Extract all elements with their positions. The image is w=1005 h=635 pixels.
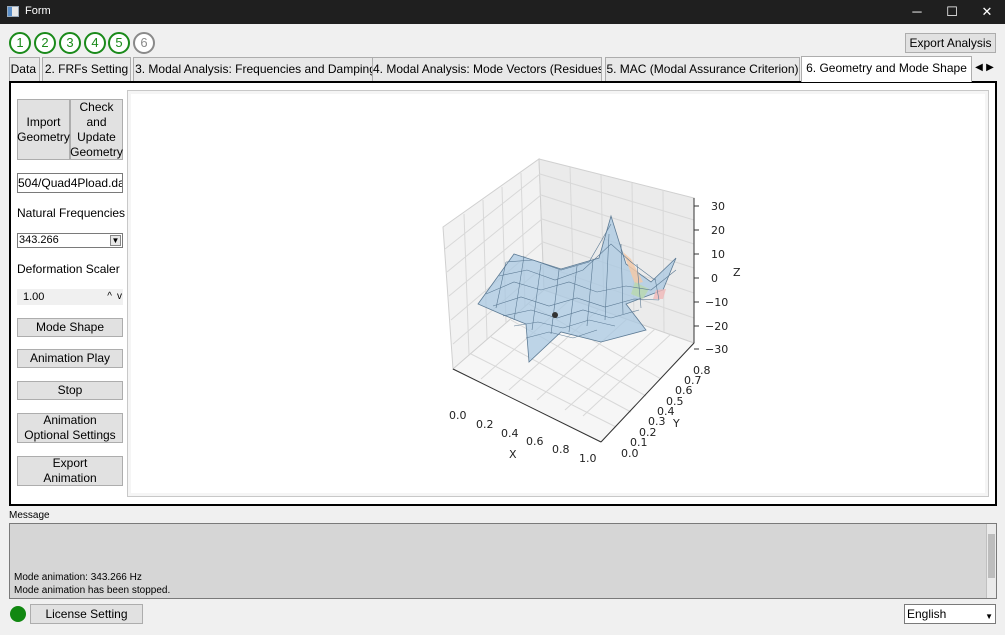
tab-mac[interactable]: 5. MAC (Modal Assurance Criterion): [605, 57, 800, 81]
z-tick: 0: [711, 272, 718, 285]
x-tick: 1.0: [579, 452, 597, 465]
title-bar: Form ─ ☐ ✕: [0, 0, 1005, 24]
z-tick: 30: [711, 200, 725, 213]
step-4: 4: [84, 32, 106, 54]
x-tick: 0.6: [526, 435, 544, 448]
deformation-scaler-spinbox[interactable]: 1.00 ^ v: [17, 289, 123, 305]
tab-label: 5. MAC (Modal Assurance Criterion): [606, 62, 799, 76]
message-line: Mode animation: 343.266 Hz: [14, 572, 142, 583]
import-geometry-button[interactable]: Import Geometry: [17, 99, 70, 160]
geometry-path-field[interactable]: 504/Quad4Pload.dat: [17, 173, 123, 193]
plot-frame: 30 20 10 0 −10 −20 −30 Z 0.0 0.2 0.4 0.6: [127, 90, 989, 497]
x-tick: 0.8: [552, 443, 570, 456]
check-update-geometry-button[interactable]: Check and Update Geometry: [70, 99, 123, 160]
x-tick: 0.2: [476, 418, 494, 431]
tab-label: 2. FRFs Setting: [44, 62, 129, 76]
tab-data[interactable]: Data: [9, 57, 40, 81]
x-tick: 0.4: [501, 427, 519, 440]
tab-geometry-mode-shape[interactable]: 6. Geometry and Mode Shape: [801, 56, 972, 82]
deformation-scaler-label: Deformation Scaler: [17, 262, 120, 276]
animation-play-button[interactable]: Animation Play: [17, 349, 123, 368]
chevron-down-icon[interactable]: ▼: [110, 235, 121, 246]
step-2: 2: [34, 32, 56, 54]
window-title: Form: [25, 5, 51, 17]
language-select[interactable]: English ▼: [904, 604, 996, 624]
z-axis: 30 20 10 0 −10 −20 −30 Z: [693, 198, 741, 356]
minimize-button[interactable]: ─: [898, 0, 936, 24]
deformation-scaler-value: 1.00: [23, 291, 45, 303]
message-line: Mode animation has been stopped.: [14, 585, 171, 596]
spin-up-icon[interactable]: ^: [107, 289, 112, 305]
y-tick: 0.8: [693, 364, 711, 377]
step-1: 1: [9, 32, 31, 54]
x-axis-label: X: [509, 448, 517, 461]
x-tick: 0.0: [449, 409, 467, 422]
message-scrollbar[interactable]: [986, 524, 996, 598]
z-tick: −30: [705, 343, 728, 356]
close-button[interactable]: ✕: [968, 0, 1005, 24]
z-tick: 20: [711, 224, 725, 237]
tab-modal-frequencies[interactable]: 3. Modal Analysis: Frequencies and Dampi…: [133, 57, 378, 81]
step-6: 6: [133, 32, 155, 54]
language-value: English: [907, 607, 947, 621]
maximize-button[interactable]: ☐: [933, 0, 971, 24]
y-axis-label: Y: [672, 417, 680, 430]
tab-scroll-right-button[interactable]: ▶: [985, 60, 995, 76]
stop-button[interactable]: Stop: [17, 381, 123, 400]
export-animation-button[interactable]: Export Animation: [17, 456, 123, 486]
scrollbar-thumb[interactable]: [988, 534, 995, 578]
natural-frequency-value: 343.266: [19, 234, 59, 246]
chevron-down-icon: ▼: [985, 612, 993, 621]
tab-label: 6. Geometry and Mode Shape: [806, 61, 967, 75]
mode-shape-3d-plot: 30 20 10 0 −10 −20 −30 Z 0.0 0.2 0.4 0.6: [442, 158, 741, 465]
license-setting-button[interactable]: License Setting: [30, 604, 143, 624]
message-log[interactable]: Mode animation: 343.266 Hz Mode animatio…: [9, 523, 997, 599]
tab-scroll-left-button[interactable]: ◀: [974, 60, 984, 76]
animation-optional-settings-button[interactable]: Animation Optional Settings: [17, 413, 123, 443]
mode-shape-button[interactable]: Mode Shape: [17, 318, 123, 337]
license-status-indicator: [10, 606, 26, 622]
plot-canvas[interactable]: 30 20 10 0 −10 −20 −30 Z 0.0 0.2 0.4 0.6: [131, 94, 985, 493]
natural-frequency-select[interactable]: 343.266 ▼: [17, 233, 123, 248]
z-tick: −20: [705, 320, 728, 333]
step-3: 3: [59, 32, 81, 54]
z-axis-label: Z: [733, 266, 741, 279]
step-5: 5: [108, 32, 130, 54]
message-label: Message: [9, 510, 50, 521]
tab-label: Data: [10, 62, 36, 76]
tab-bar: Data 2. FRFs Setting 3. Modal Analysis: …: [9, 56, 997, 82]
natural-frequencies-label: Natural Frequencies: [17, 206, 126, 220]
tab-mode-vectors[interactable]: 4. Modal Analysis: Mode Vectors (Residue…: [372, 57, 602, 81]
z-tick: 10: [711, 248, 725, 261]
tab-frfs-setting[interactable]: 2. FRFs Setting: [42, 57, 131, 81]
z-tick: −10: [705, 296, 728, 309]
tab-label: 4. Modal Analysis: Mode Vectors (Residue…: [373, 62, 602, 76]
export-analysis-button[interactable]: Export Analysis: [905, 33, 996, 53]
app-icon: [7, 6, 19, 17]
tab-label: 3. Modal Analysis: Frequencies and Dampi…: [135, 62, 376, 76]
spin-down-icon[interactable]: v: [117, 289, 122, 305]
